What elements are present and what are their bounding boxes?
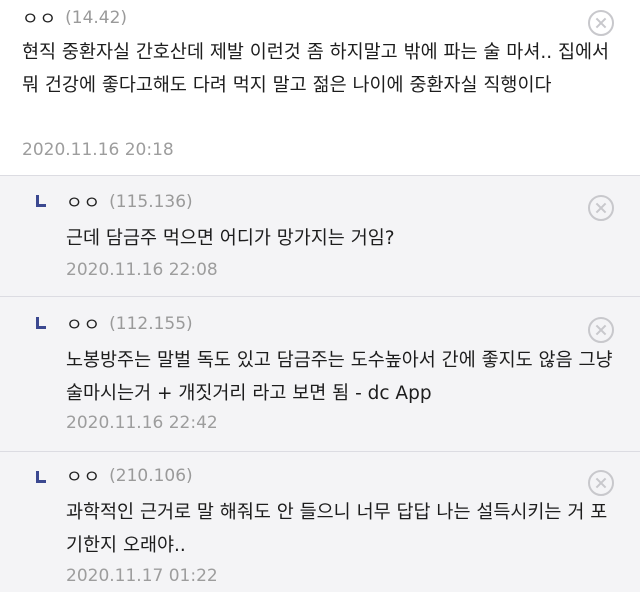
delete-comment-icon[interactable] (588, 470, 614, 496)
comment-ip: (115.136) (109, 192, 193, 212)
comment-text: 노봉방주는 말벌 독도 있고 담금주는 도수높아서 간에 좋지도 않음 그냥 술… (66, 350, 613, 404)
comment-header: ㅇㅇ (14.42) (22, 6, 127, 30)
comment-timestamp: 2020.11.16 22:08 (66, 260, 218, 280)
reply-item: ㅇㅇ (112.155) 노봉방주는 말벌 독도 있고 담금주는 도수높아서 간… (0, 297, 640, 452)
comment-nickname[interactable]: ㅇㅇ (66, 189, 101, 215)
comment-text: 과학적인 근거로 말 해줘도 안 들으니 너무 답답 나는 설득시키는 거 포기… (66, 502, 608, 556)
reply-arrow-icon (36, 471, 46, 483)
comment-text: 현직 중환자실 간호산데 제발 이런것 좀 하지말고 밖에 파는 술 마셔.. … (22, 42, 610, 96)
comment-ip: (112.155) (109, 314, 193, 334)
delete-comment-icon[interactable] (588, 317, 614, 343)
comment-ip: (210.106) (109, 466, 193, 486)
comment-text: 근데 담금주 먹으면 어디가 망가지는 거임? (66, 228, 395, 249)
comment-nickname[interactable]: ㅇㅇ (66, 311, 101, 337)
delete-comment-icon[interactable] (588, 195, 614, 221)
comment-nickname[interactable]: ㅇㅇ (22, 5, 57, 31)
comment-header: ㅇㅇ (115.136) (66, 190, 193, 214)
comment-header: ㅇㅇ (210.106) (66, 464, 193, 488)
comment-timestamp: 2020.11.16 20:18 (22, 140, 174, 160)
comment-nickname[interactable]: ㅇㅇ (66, 463, 101, 489)
reply-arrow-icon (36, 317, 46, 329)
delete-comment-icon[interactable] (588, 10, 614, 36)
comment-ip: (14.42) (65, 8, 128, 28)
comment-header: ㅇㅇ (112.155) (66, 312, 193, 336)
comment-item: ㅇㅇ (14.42) 현직 중환자실 간호산데 제발 이런것 좀 하지말고 밖에… (0, 0, 640, 176)
reply-item: ㅇㅇ (210.106) 과학적인 근거로 말 해줘도 안 들으니 너무 답답 … (0, 452, 640, 592)
comment-timestamp: 2020.11.17 01:22 (66, 566, 218, 586)
reply-arrow-icon (36, 195, 46, 207)
comment-timestamp: 2020.11.16 22:42 (66, 413, 218, 433)
reply-item: ㅇㅇ (115.136) 근데 담금주 먹으면 어디가 망가지는 거임? 202… (0, 176, 640, 297)
